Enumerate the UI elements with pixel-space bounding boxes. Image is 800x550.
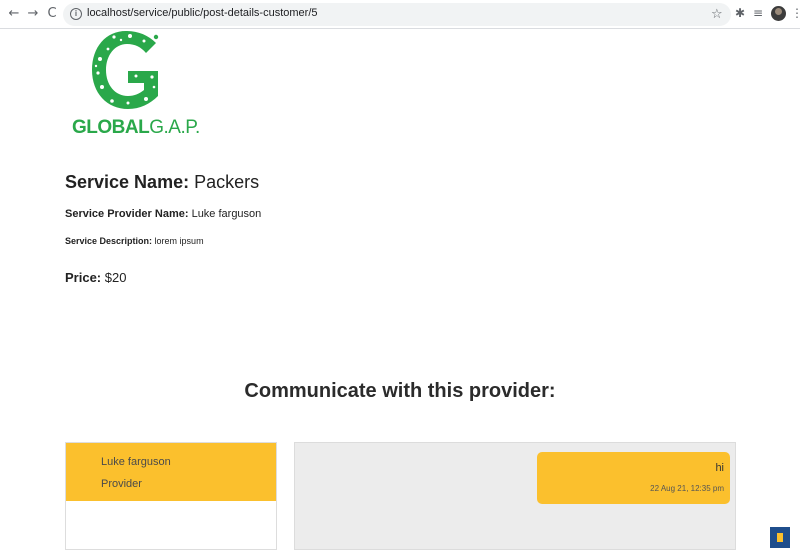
communicate-heading: Communicate with this provider: (244, 380, 556, 402)
provider-name-value: Luke farguson (188, 208, 262, 220)
service-description: Service Description: lorem ipsum (65, 236, 204, 246)
address-bar[interactable]: i localhost/service/public/post-details-… (63, 3, 731, 26)
description-label: Service Description: (65, 236, 153, 246)
scroll-to-top-button[interactable] (770, 527, 790, 548)
url-text[interactable]: localhost/service/public/post-details-cu… (87, 7, 318, 19)
scroll-to-top-icon (777, 533, 783, 542)
service-name: Service Name: Packers (65, 172, 259, 193)
service-name-value: Packers (189, 172, 260, 192)
reload-icon[interactable]: C (44, 6, 60, 22)
contact-name: Luke farguson (101, 456, 171, 468)
service-provider: Service Provider Name: Luke farguson (65, 208, 261, 220)
extensions-icon[interactable]: ✱ (735, 6, 745, 20)
message-bubble: hi 22 Aug 21, 12:35 pm (537, 452, 730, 504)
contacts-panel: Luke farguson Provider (65, 442, 277, 550)
message-timestamp: 22 Aug 21, 12:35 pm (650, 484, 724, 493)
chat-panel: hi 22 Aug 21, 12:35 pm (294, 442, 736, 550)
browser-toolbar: ← → C i localhost/service/public/post-de… (0, 0, 800, 29)
forward-icon[interactable]: → (25, 6, 41, 22)
site-info-icon[interactable]: i (70, 8, 82, 20)
description-value: lorem ipsum (152, 236, 204, 246)
profile-avatar[interactable] (771, 6, 786, 21)
globalgap-logo: GLOBALG.A.P. (70, 29, 200, 139)
message-text: hi (715, 462, 724, 474)
service-name-label: Service Name: (65, 172, 190, 192)
contact-role: Provider (101, 478, 142, 490)
logo-wordmark: GLOBALG.A.P. (72, 117, 200, 138)
browser-menu-icon[interactable]: ⋮ (791, 6, 800, 20)
back-icon[interactable]: ← (6, 6, 22, 22)
bookmark-star-icon[interactable]: ☆ (711, 7, 723, 22)
contact-item[interactable]: Luke farguson Provider (66, 443, 276, 501)
service-price: Price: $20 (65, 270, 126, 285)
price-value: $20 (101, 270, 127, 285)
reading-list-icon[interactable]: ≡ (753, 6, 763, 20)
provider-name-label: Service Provider Name: (65, 208, 189, 220)
logo-g-mark (92, 31, 159, 109)
price-label: Price: (65, 270, 102, 285)
